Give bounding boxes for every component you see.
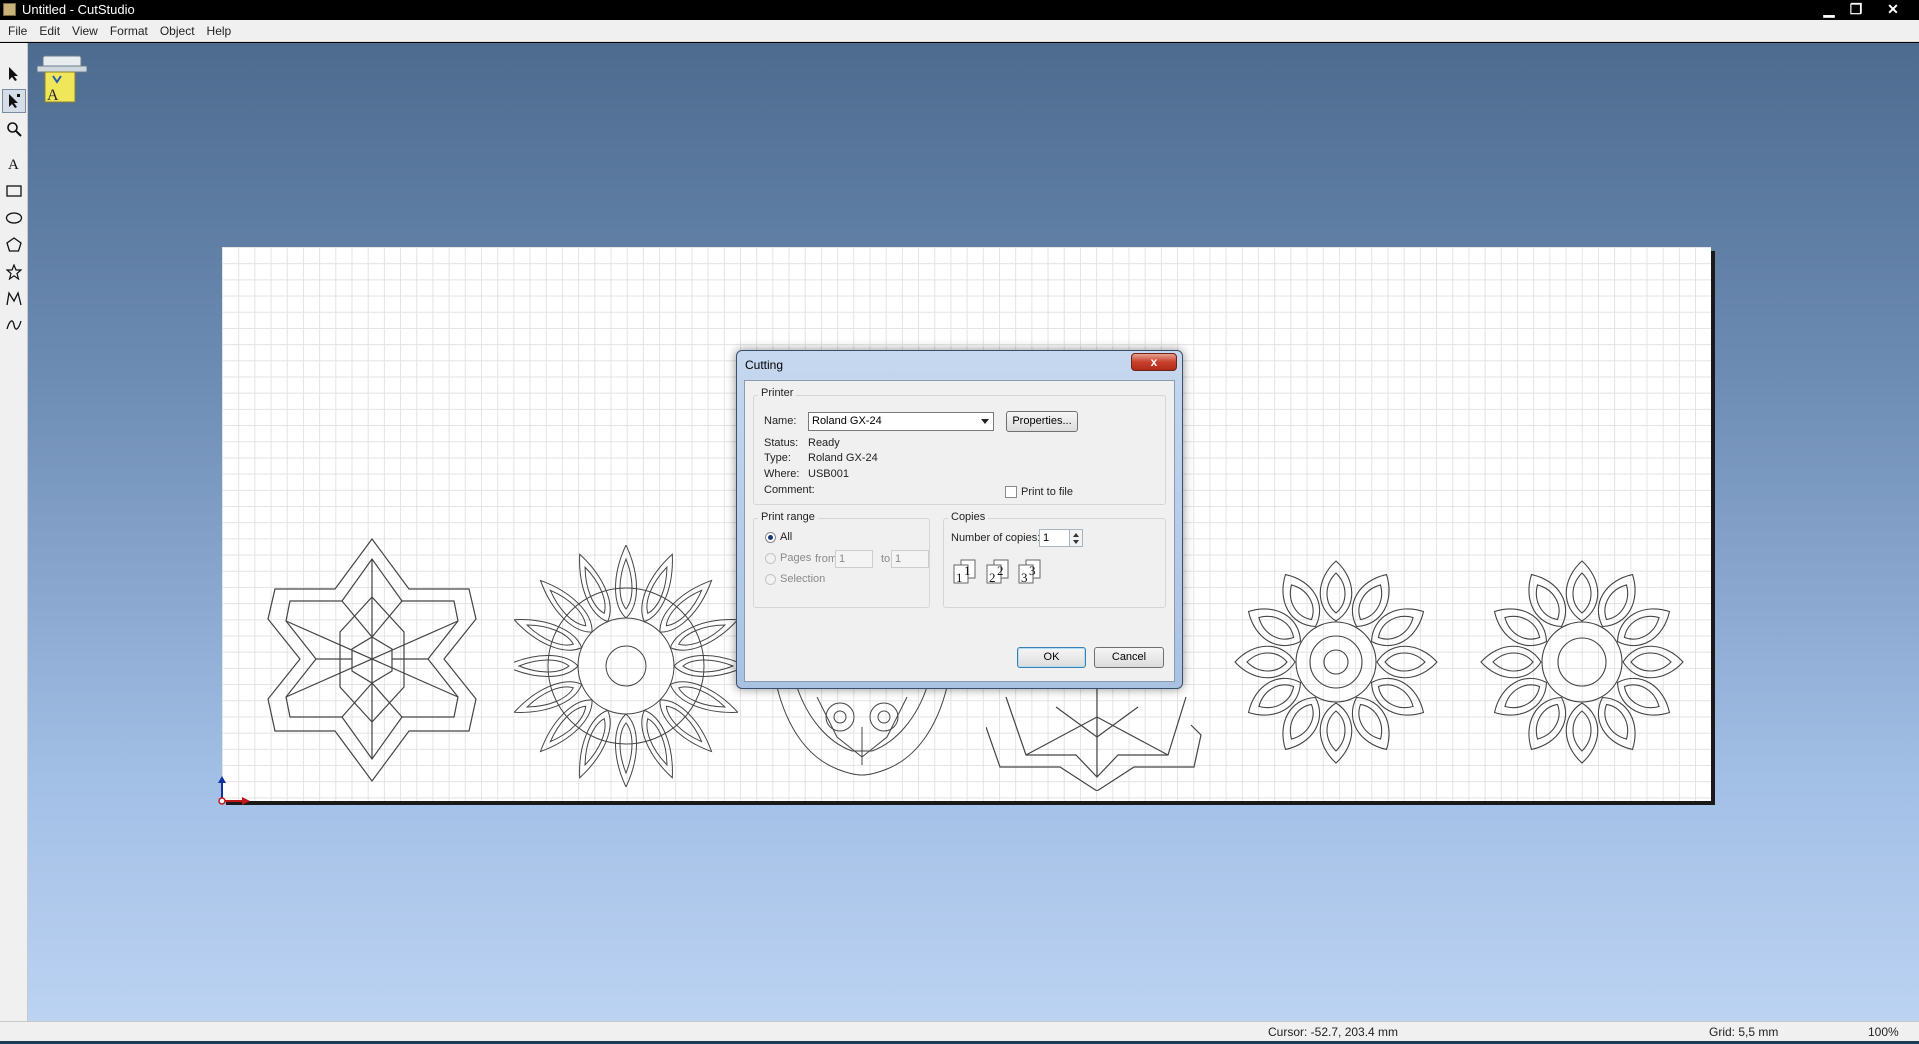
ellipse-icon[interactable] bbox=[2, 206, 26, 230]
copies-spin-button[interactable] bbox=[1069, 529, 1083, 547]
rectangle-icon[interactable] bbox=[2, 179, 26, 203]
partial-snowflake-design[interactable] bbox=[986, 687, 1210, 791]
intricate-mandala-design[interactable] bbox=[514, 545, 738, 787]
print-range-group-label: Print range bbox=[758, 511, 818, 523]
range-pages-label: Pages bbox=[780, 552, 812, 564]
select-arrow-icon[interactable] bbox=[2, 62, 26, 86]
collate-digit-1a: 1 bbox=[956, 570, 963, 585]
type-label: Type: bbox=[764, 452, 791, 464]
grid-size: Grid: 5,5 mm bbox=[1709, 1025, 1779, 1039]
collate-digit-2a: 2 bbox=[989, 570, 996, 585]
menu-bar: File Edit View Format Object Help bbox=[0, 20, 1919, 42]
tray-letter: A bbox=[47, 87, 59, 104]
collate-pages-icon: 1 1 2 2 3 3 bbox=[953, 559, 1041, 585]
ok-button[interactable]: OK bbox=[1017, 647, 1086, 668]
where-value: USB001 bbox=[808, 468, 849, 480]
menu-format[interactable]: Format bbox=[104, 20, 154, 42]
cancel-button[interactable]: Cancel bbox=[1094, 647, 1164, 668]
cutstudio-app-icon bbox=[3, 3, 16, 16]
copies-group-label: Copies bbox=[948, 511, 989, 523]
chevron-down-icon bbox=[981, 419, 989, 424]
minimize-button[interactable]: ▁ bbox=[1816, 1, 1842, 18]
node-edit-arrow-icon[interactable] bbox=[2, 89, 26, 113]
text-tool-icon[interactable]: A bbox=[2, 151, 26, 175]
range-selection-label: Selection bbox=[780, 573, 826, 585]
maximize-button[interactable]: ❐ bbox=[1843, 1, 1869, 18]
polyline-icon[interactable] bbox=[2, 287, 26, 311]
spin-down-icon bbox=[1073, 540, 1079, 544]
status-label: Status: bbox=[764, 437, 799, 449]
close-window-button[interactable]: ✕ bbox=[1880, 1, 1906, 18]
svg-text:A: A bbox=[8, 157, 19, 171]
menu-object[interactable]: Object bbox=[154, 20, 201, 42]
name-label: Name: bbox=[764, 415, 797, 427]
zoom-icon[interactable] bbox=[2, 117, 26, 141]
collate-digit-1b: 1 bbox=[964, 563, 971, 578]
range-all-radio[interactable] bbox=[765, 532, 776, 543]
type-value: Roland GX-24 bbox=[808, 452, 878, 464]
properties-button[interactable]: Properties... bbox=[1006, 411, 1078, 432]
tool-palette: A bbox=[0, 43, 28, 1021]
dialog-title: Cutting bbox=[745, 358, 784, 372]
printer-name-select[interactable]: Roland GX-24 bbox=[808, 412, 994, 431]
polygon-icon[interactable] bbox=[2, 233, 26, 257]
menu-file[interactable]: File bbox=[0, 20, 33, 42]
partial-mandala-design[interactable] bbox=[767, 687, 957, 779]
geometric-snowflake-design[interactable] bbox=[264, 537, 480, 783]
dialog-close-button[interactable]: x bbox=[1131, 353, 1177, 371]
menu-help[interactable]: Help bbox=[201, 20, 238, 42]
where-label: Where: bbox=[764, 468, 800, 480]
zoom-level: 100% bbox=[1868, 1025, 1899, 1039]
collate-digit-2b: 2 bbox=[997, 563, 1004, 578]
from-input[interactable]: 1 bbox=[835, 550, 873, 568]
printer-name-value: Roland GX-24 bbox=[812, 415, 882, 427]
dialog-body: Printer Name: Roland GX-24 Properties...… bbox=[744, 380, 1175, 682]
menu-edit[interactable]: Edit bbox=[33, 20, 66, 42]
number-of-copies-input[interactable]: 1 bbox=[1039, 529, 1070, 547]
collate-digit-3a: 3 bbox=[1021, 570, 1028, 585]
collate-digit-3b: 3 bbox=[1029, 563, 1036, 578]
status-value: Ready bbox=[808, 437, 840, 449]
window-title: Untitled - CutStudio bbox=[22, 2, 135, 17]
printer-group-label: Printer bbox=[758, 387, 797, 399]
lace-flower-design-2[interactable] bbox=[1480, 559, 1684, 765]
cutter-tray-icon[interactable]: A bbox=[36, 52, 88, 108]
print-to-file-label: Print to file bbox=[1021, 486, 1073, 498]
status-bar: Cursor: -52.7, 203.4 mm Grid: 5,5 mm 100… bbox=[0, 1021, 1919, 1041]
lace-flower-design-1[interactable] bbox=[1234, 559, 1438, 765]
curve-icon[interactable] bbox=[2, 313, 26, 337]
menu-view[interactable]: View bbox=[66, 20, 104, 42]
spin-up-icon bbox=[1073, 533, 1079, 537]
cursor-position: Cursor: -52.7, 203.4 mm bbox=[1268, 1025, 1399, 1039]
print-to-file-checkbox[interactable] bbox=[1005, 486, 1017, 498]
number-of-copies-label: Number of copies: bbox=[951, 532, 1041, 544]
range-all-label: All bbox=[780, 531, 793, 543]
title-bar: Untitled - CutStudio ▁ ❐ ✕ bbox=[0, 0, 1919, 20]
comment-label: Comment: bbox=[764, 484, 815, 496]
to-input[interactable]: 1 bbox=[891, 550, 929, 568]
cutting-dialog: Cutting x Printer Name: Roland GX-24 Pro… bbox=[736, 350, 1183, 689]
range-pages-radio[interactable] bbox=[765, 553, 776, 564]
range-selection-radio[interactable] bbox=[765, 574, 776, 585]
origin-axis-icon bbox=[218, 776, 250, 805]
star-icon[interactable] bbox=[2, 260, 26, 284]
